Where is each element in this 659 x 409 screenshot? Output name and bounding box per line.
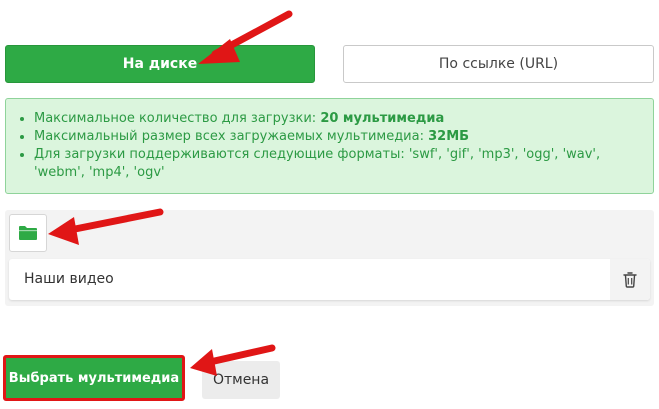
open-folder-button[interactable] bbox=[9, 214, 47, 252]
upload-limits-info: Максимальное количество для загрузки: 20… bbox=[5, 98, 654, 194]
select-media-button[interactable]: Выбрать мультимедиа bbox=[3, 355, 185, 401]
delete-file-button[interactable] bbox=[610, 259, 650, 300]
max-count-label: Максимальное количество для загрузки: bbox=[34, 111, 317, 126]
tab-disk[interactable]: На диске bbox=[5, 45, 315, 83]
file-row: Наши видео bbox=[9, 259, 650, 300]
max-size-value: 32МБ bbox=[428, 129, 470, 144]
file-name: Наши видео bbox=[24, 271, 114, 287]
tab-url[interactable]: По ссылке (URL) bbox=[343, 45, 654, 83]
trash-icon bbox=[623, 271, 637, 288]
max-size-label: Максимальный размер всех загружаемых мул… bbox=[34, 129, 424, 144]
list-item: Для загрузки поддерживаются следующие фо… bbox=[34, 146, 639, 182]
folder-icon bbox=[19, 226, 37, 240]
list-item: Максимальное количество для загрузки: 20… bbox=[34, 110, 639, 128]
list-item: Максимальный размер всех загружаемых мул… bbox=[34, 128, 639, 146]
cancel-button[interactable]: Отмена bbox=[202, 361, 280, 399]
formats-label: Для загрузки поддерживаются следующие фо… bbox=[34, 147, 601, 180]
limits-list: Максимальное количество для загрузки: 20… bbox=[20, 110, 639, 182]
max-count-value: 20 мультимедиа bbox=[320, 111, 445, 126]
